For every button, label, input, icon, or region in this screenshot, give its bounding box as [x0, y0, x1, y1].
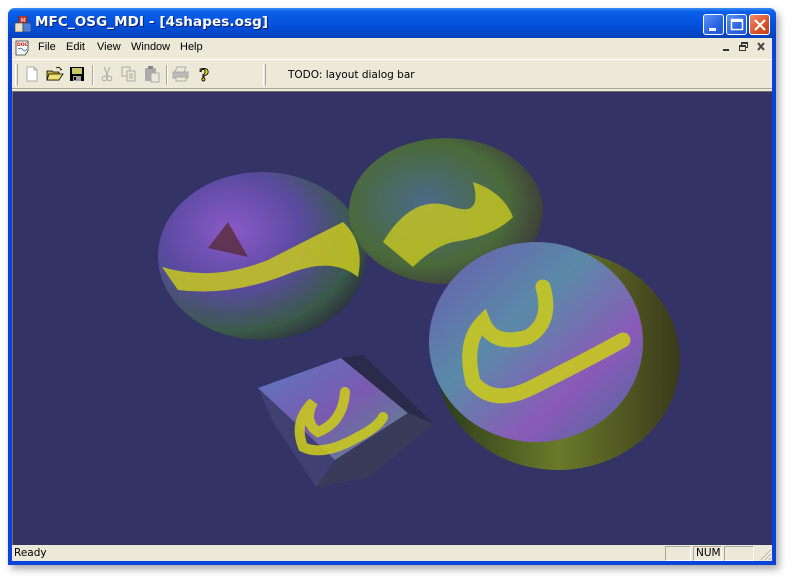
paste-icon: [145, 66, 160, 83]
mdi-minimize-icon[interactable]: [719, 40, 734, 54]
minimize-icon: [709, 28, 716, 31]
toolbar-grip[interactable]: [15, 64, 18, 86]
status-bar: Ready NUM: [12, 545, 772, 561]
status-pane-scroll: [724, 546, 754, 561]
main-window: M MFC_OSG_MDI - [4shapes.osg] DOC File E…: [8, 8, 776, 565]
resize-grip-icon[interactable]: [758, 547, 772, 561]
window-title: MFC_OSG_MDI - [4shapes.osg]: [35, 14, 269, 30]
dialog-bar-grip[interactable]: [263, 64, 266, 86]
scissors-icon: [101, 66, 113, 82]
menu-file[interactable]: File: [38, 41, 56, 53]
maximize-icon: [730, 18, 744, 31]
sphere-shape: [158, 172, 366, 340]
osg-3d-viewport[interactable]: [12, 91, 772, 545]
close-icon: [754, 19, 766, 31]
dialog-bar-text: TODO: layout dialog bar: [288, 69, 415, 81]
cylinder-shape: [429, 242, 680, 470]
maximize-button[interactable]: [726, 14, 747, 35]
menu-help[interactable]: Help: [180, 41, 203, 53]
svg-text:?: ?: [199, 66, 209, 83]
status-pane-caps: [665, 546, 691, 561]
help-question-icon[interactable]: ?: [196, 65, 214, 83]
scene-render: [158, 138, 680, 487]
minimize-button[interactable]: [703, 14, 724, 35]
mdi-restore-icon[interactable]: [736, 40, 751, 54]
status-text: Ready: [14, 547, 47, 559]
document-icon[interactable]: DOC: [15, 40, 31, 56]
toolbar-separator: [92, 65, 94, 85]
svg-text:DOC: DOC: [17, 42, 29, 48]
save-disk-icon[interactable]: [68, 65, 86, 83]
client-area: DOC File Edit View Window Help ? TODO: l…: [12, 38, 772, 561]
title-bar[interactable]: M MFC_OSG_MDI - [4shapes.osg]: [8, 8, 776, 38]
mdi-close-icon[interactable]: [754, 40, 769, 54]
menu-bar: DOC File Edit View Window Help: [12, 38, 772, 58]
svg-text:M: M: [21, 18, 25, 24]
menu-view[interactable]: View: [97, 41, 121, 53]
menu-window[interactable]: Window: [131, 41, 170, 53]
printer-icon: [172, 66, 189, 82]
close-button[interactable]: [749, 14, 770, 35]
copy-icon: [121, 66, 136, 82]
status-pane-num: NUM: [693, 546, 722, 561]
box-shape: [258, 355, 434, 487]
open-folder-icon[interactable]: [46, 65, 64, 83]
toolbar-separator: [166, 65, 168, 85]
num-lock-indicator: NUM: [696, 547, 721, 559]
menu-edit[interactable]: Edit: [66, 41, 85, 53]
new-file-icon[interactable]: [23, 65, 41, 83]
mfc-app-icon: M: [15, 16, 31, 32]
toolbar: ? TODO: layout dialog bar: [12, 59, 772, 89]
